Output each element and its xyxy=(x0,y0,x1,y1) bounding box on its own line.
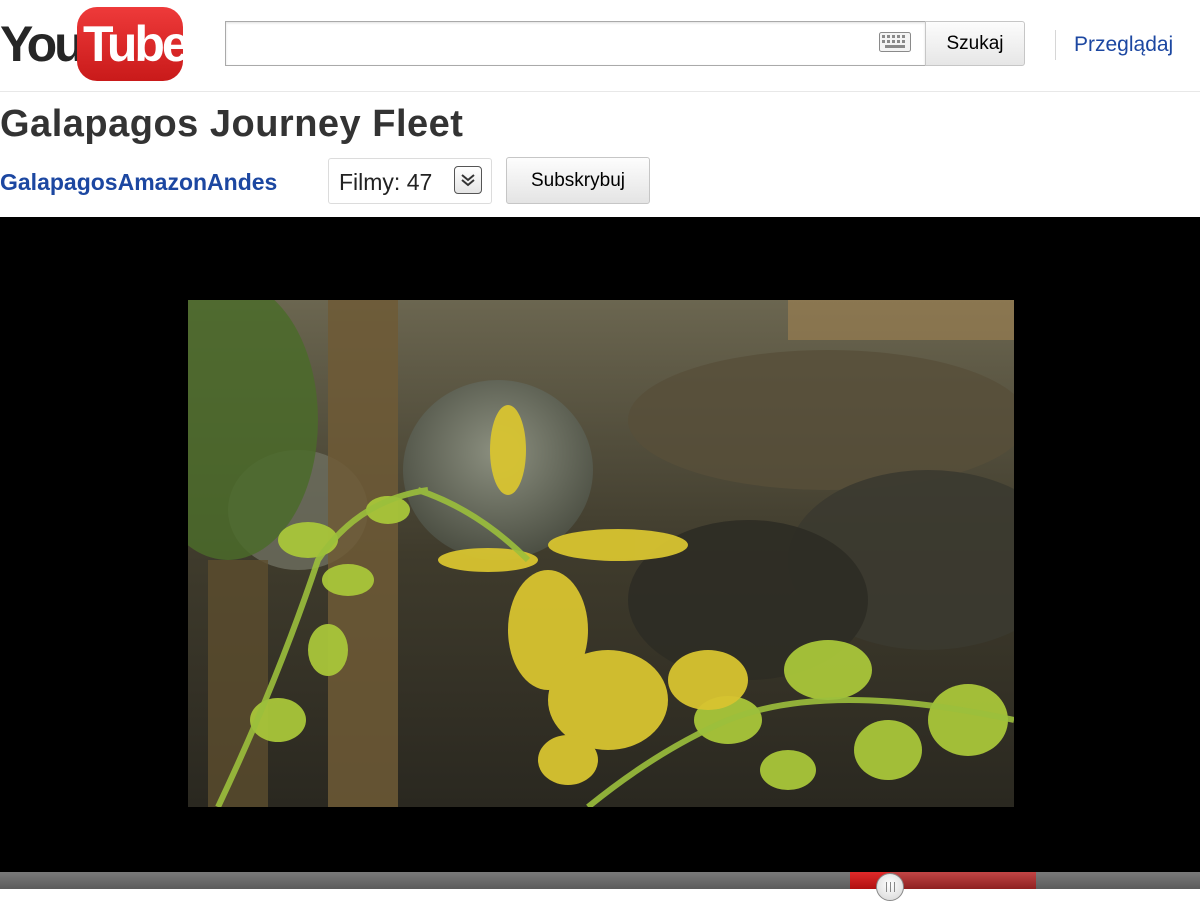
browse-link[interactable]: Przeglądaj xyxy=(1074,33,1173,57)
channel-link[interactable]: GalapagosAmazonAndes xyxy=(0,169,277,196)
header-divider xyxy=(1055,30,1056,60)
keyboard-icon[interactable] xyxy=(879,32,911,52)
search-input[interactable] xyxy=(225,21,925,66)
video-player[interactable] xyxy=(0,217,1200,872)
youtube-logo[interactable]: You Tube xyxy=(0,5,190,81)
scrubber-handle[interactable] xyxy=(876,873,904,901)
video-still-image xyxy=(188,300,1014,807)
subscribe-button[interactable]: Subskrybuj xyxy=(506,157,650,204)
videos-count-label: Filmy: 47 xyxy=(339,169,433,195)
chevron-down-icon[interactable] xyxy=(454,166,482,194)
masthead: You Tube Szukaj Przeglądaj xyxy=(0,0,1200,92)
logo-you-text: You xyxy=(0,16,85,72)
search-button[interactable]: Szukaj xyxy=(925,21,1025,66)
video-title: Galapagos Journey Fleet xyxy=(0,103,464,145)
video-frame[interactable] xyxy=(188,300,1014,807)
logo-tube-text: Tube xyxy=(83,16,190,72)
progress-bar[interactable] xyxy=(0,872,1200,901)
videos-count-dropdown[interactable]: Filmy: 47 xyxy=(328,158,492,204)
